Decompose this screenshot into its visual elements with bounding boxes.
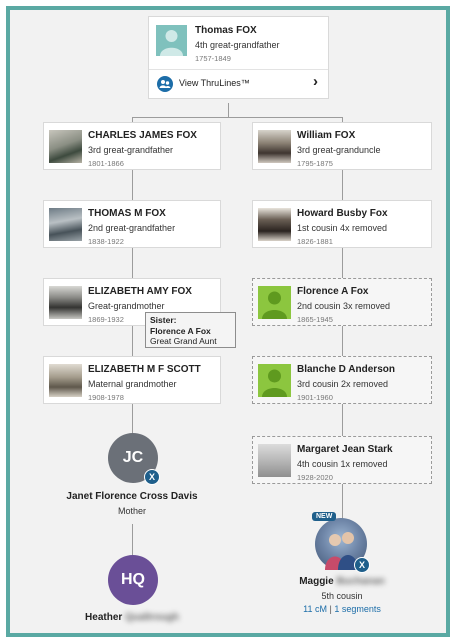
self-first-name: Heather [85,612,123,623]
shared-dna-separator: | [329,604,332,614]
ancestor-photo [49,286,82,319]
relative-photo [258,444,291,477]
relative-photo [258,208,291,241]
ancestor-card-thomas-m-fox[interactable]: THOMAS M FOX 2nd great-grandfather 1838-… [43,200,221,248]
self-avatar[interactable]: HQ [108,555,158,605]
match-relation: 5th cousin [321,591,363,601]
person-dates: 1795-1875 [297,159,333,168]
mother-initials: JC [122,449,144,466]
person-dates: 1838-1922 [88,237,124,246]
ancestor-relation: 4th great-grandfather [195,40,280,50]
person-silhouette-icon [258,364,291,397]
person-relation: 2nd great-grandfather [88,223,176,233]
person-relation: 4th cousin 1x removed [297,459,388,469]
ancestor-photo [49,130,82,163]
relative-photo [258,130,291,163]
ancestor-card-elizabeth-m-f-scott[interactable]: ELIZABETH M F SCOTT Maternal grandmother… [43,356,221,404]
common-ancestor-card[interactable]: Thomas FOX 4th great-grandfather 1757-18… [148,16,329,99]
mother-name[interactable]: Janet Florence Cross Davis [32,491,232,502]
relative-card-howard-busby-fox[interactable]: Howard Busby Fox 1st cousin 4x removed 1… [252,200,432,248]
person-relation: 3rd great-granduncle [297,145,381,155]
mother-relation: Mother [117,506,146,516]
self-name: Heather Qualtrough [32,612,232,623]
new-badge: NEW [312,512,337,521]
person-dates: 1865-1945 [297,315,333,324]
ancestor-name: Thomas FOX [195,25,257,36]
connector-top-vertical [228,103,229,117]
person-name: THOMAS M FOX [88,208,166,219]
view-thrulines-link[interactable]: View ThruLines™ › [149,70,328,99]
person-dates: 1869-1932 [88,315,124,324]
person-silhouette-icon [258,286,291,319]
tooltip-relation: Great Grand Aunt [150,336,217,346]
dna-badge-icon: X [354,557,370,573]
person-name: Florence A Fox [297,286,369,297]
person-name: ELIZABETH M F SCOTT [88,364,201,375]
ancestor-photo [49,364,82,397]
person-name: William FOX [297,130,356,141]
relative-card-william-fox[interactable]: William FOX 3rd great-granduncle 1795-18… [252,122,432,170]
person-dates: 1801-1866 [88,159,124,168]
person-relation: 3rd cousin 2x removed [297,379,389,389]
relative-card-margaret-jean-stark[interactable]: Margaret Jean Stark 4th cousin 1x remove… [252,436,432,484]
chevron-right-icon: › [313,73,318,90]
self-initials: HQ [121,571,145,588]
segments-link[interactable]: 1 segments [334,604,381,614]
thrulines-label: View ThruLines™ [179,78,250,88]
match-shared-dna: 11 cM | 1 segments [262,604,422,614]
dna-badge-icon: X [144,469,160,485]
tooltip-name: Florence A Fox [150,325,211,336]
person-relation: 1st cousin 4x removed [297,223,388,233]
sister-tooltip: Sister: Florence A Fox Great Grand Aunt [145,312,236,348]
self-surname-blurred: Qualtrough [125,612,179,623]
person-name: CHARLES JAMES FOX [88,130,197,141]
ancestor-photo [49,208,82,241]
match-first-name: Maggie [299,576,334,587]
person-dates: 1908-1978 [88,393,124,402]
match-avatar[interactable]: NEW X [312,512,370,573]
person-name: ELIZABETH AMY FOX [88,286,192,297]
relative-card-blanche-d-anderson[interactable]: Blanche D Anderson 3rd cousin 2x removed… [252,356,432,404]
silhouette-photo [156,25,187,56]
person-dates: 1928-2020 [297,473,333,482]
person-relation: 3rd great-grandfather [88,145,174,155]
thrulines-tree: Thomas FOX 4th great-grandfather 1757-18… [6,6,450,637]
person-relation: Great-grandmother [88,301,165,311]
thrulines-icon [157,76,173,92]
person-name: Howard Busby Fox [297,208,388,219]
person-name: Margaret Jean Stark [297,444,393,455]
person-relation: Maternal grandmother [88,379,177,389]
person-dates: 1826-1881 [297,237,333,246]
person-dates: 1901-1960 [297,393,333,402]
match-name[interactable]: Maggie Buchanan [262,576,422,587]
person-relation: 2nd cousin 3x removed [297,301,391,311]
connector-horizontal [132,117,342,118]
relative-card-florence-a-fox[interactable]: Florence A Fox 2nd cousin 3x removed 186… [252,278,432,326]
mother-avatar[interactable]: JC X [108,433,160,485]
person-name: Blanche D Anderson [297,364,395,375]
match-surname-blurred: Buchanan [336,576,385,587]
ancestor-card-charles-james-fox[interactable]: CHARLES JAMES FOX 3rd great-grandfather … [43,122,221,170]
shared-cm-link[interactable]: 11 cM [303,604,327,614]
tooltip-title: Sister: [150,315,177,325]
ancestor-dates: 1757-1849 [195,54,231,63]
